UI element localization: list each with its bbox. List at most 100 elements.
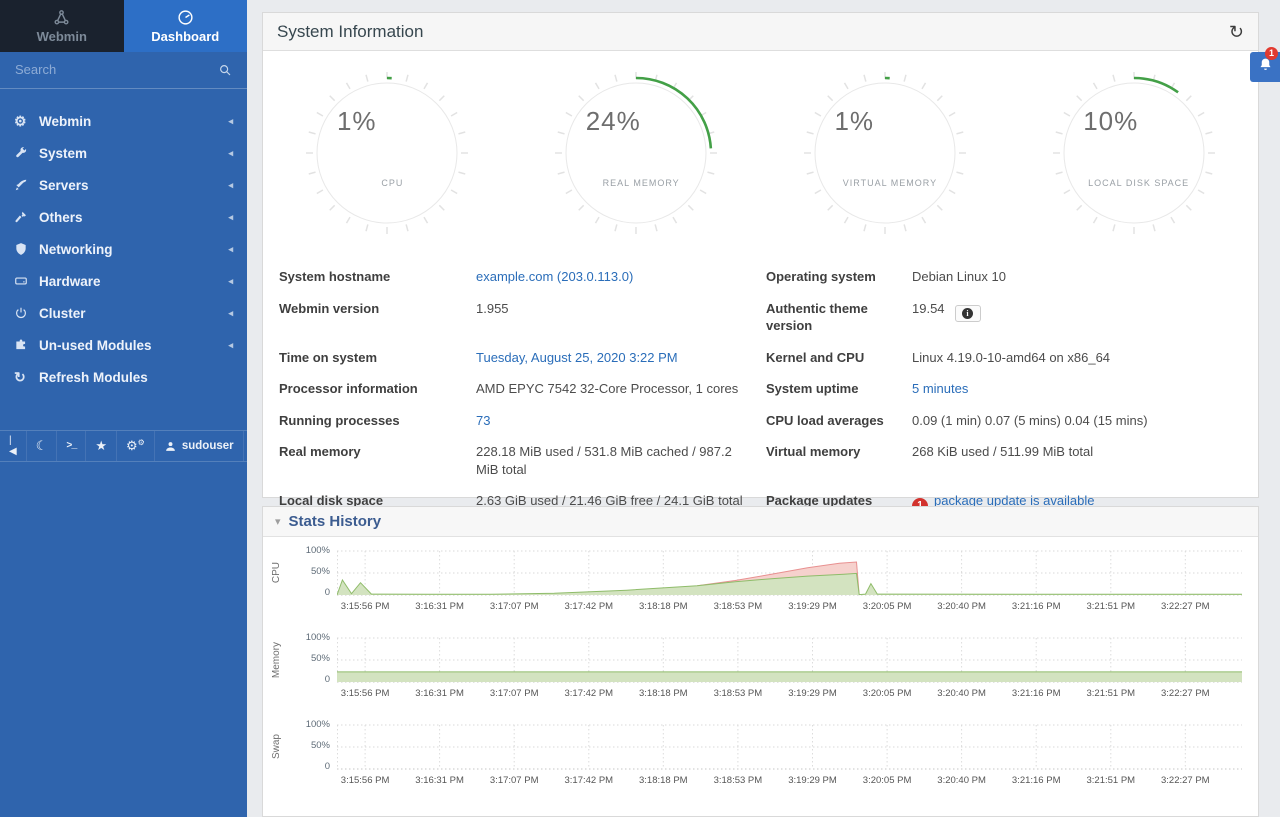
info-icon: i (962, 308, 973, 319)
gauge-dial (552, 69, 720, 237)
chart-x-tick-label: 3:17:07 PM (490, 601, 539, 612)
gauge-local-disk-space: 10% LOCAL DISK SPACE (1009, 69, 1258, 237)
theme-info-button[interactable]: i (955, 305, 981, 322)
info-value: 19.54i (912, 293, 1242, 342)
page-title: System Information (277, 22, 423, 42)
sidebar-item-cluster[interactable]: Cluster ◂ (0, 297, 247, 329)
stats-history-title: Stats History (289, 513, 382, 530)
shield-icon (14, 242, 39, 256)
app: Webmin Dashboard ⚙Webmin◂System◂Servers◂… (0, 0, 1280, 817)
sidebar-item-refresh-modules[interactable]: ↻Refresh Modules (0, 361, 247, 393)
chart-cpu: CPU 100%50%0 3:15:56 PM3:16:31 PM3:17:07… (263, 549, 1258, 636)
sidebar-item-label: Servers (39, 178, 89, 193)
chart-x-tick-label: 3:18:18 PM (639, 601, 688, 612)
favorites-button[interactable]: ★ (86, 431, 117, 461)
chart-x-tick-label: 3:18:53 PM (714, 601, 763, 612)
info-value-link[interactable]: 73 (476, 413, 490, 428)
chevron-left-icon: ◂ (228, 148, 233, 159)
chart-x-tick-label: 3:16:31 PM (415, 601, 464, 612)
main-content: System Information ↻ 1% CPU 24% REAL MEM… (247, 0, 1280, 817)
moon-icon: ☾ (36, 438, 48, 454)
chart-x-tick-label: 3:19:29 PM (788, 775, 837, 786)
chart-x-tick-label: 3:19:29 PM (788, 688, 837, 699)
info-value: 1.955 (476, 293, 766, 342)
chevron-left-icon: ◂ (228, 308, 233, 319)
info-label: System uptime (766, 373, 912, 405)
tab-dashboard[interactable]: Dashboard (124, 0, 248, 52)
refresh-icon: ↻ (14, 369, 39, 386)
sidebar-item-un-used-modules[interactable]: Un-used Modules◂ (0, 329, 247, 361)
tab-webmin-label: Webmin (37, 29, 87, 44)
info-value-link[interactable]: Tuesday, August 25, 2020 3:22 PM (476, 350, 678, 365)
info-value: Linux 4.19.0-10-amd64 on x86_64 (912, 342, 1242, 374)
gauge-label: LOCAL DISK SPACE (1088, 178, 1189, 188)
info-label: Time on system (279, 342, 476, 374)
chart-x-tick-label: 3:20:05 PM (863, 688, 912, 699)
sidebar-tabs: Webmin Dashboard (0, 0, 247, 52)
info-value: AMD EPYC 7542 32-Core Processor, 1 cores (476, 373, 766, 405)
chart-axis-title: Swap (271, 734, 282, 759)
chart-x-tick-label: 3:21:51 PM (1087, 688, 1136, 699)
power-icon (14, 306, 39, 320)
info-label: CPU load averages (766, 405, 912, 437)
terminal-button[interactable]: >_ (57, 431, 86, 461)
gauge-dial (303, 69, 471, 237)
sidebar-item-label: Cluster (39, 306, 86, 321)
info-label: Virtual memory (766, 436, 912, 485)
chart-x-tick-label: 3:17:07 PM (490, 775, 539, 786)
chart-x-tick-label: 3:22:27 PM (1161, 688, 1210, 699)
chart-ylabels: 100%50%0 (289, 636, 337, 684)
tab-webmin[interactable]: Webmin (0, 0, 124, 52)
chart-axis-title: CPU (271, 562, 282, 583)
username-label: sudouser (182, 440, 234, 452)
info-value: 73 (476, 405, 766, 437)
info-value: 5 minutes (912, 373, 1242, 405)
chart-x-tick-label: 3:18:18 PM (639, 688, 688, 699)
chart-x-tick-label: 3:18:53 PM (714, 688, 763, 699)
chart-plot-svg (337, 723, 1242, 771)
info-value: 268 KiB used / 511.99 MiB total (912, 436, 1242, 485)
terminal-icon: >_ (66, 441, 76, 452)
chart-xlabels: 3:15:56 PM3:16:31 PM3:17:07 PM3:17:42 PM… (337, 771, 1242, 789)
chart-x-tick-label: 3:21:16 PM (1012, 775, 1061, 786)
gauge-real-memory: 24% REAL MEMORY (512, 69, 761, 237)
info-value-link[interactable]: example.com (203.0.113.0) (476, 269, 633, 284)
sidebar-item-system[interactable]: System◂ (0, 137, 247, 169)
theme-settings-button[interactable]: ⚙⚙ (117, 431, 155, 461)
chart-xlabels: 3:15:56 PM3:16:31 PM3:17:07 PM3:17:42 PM… (337, 597, 1242, 615)
sidebar-footer: |◀ ☾ >_ ★⚙⚙ sudouser (0, 430, 247, 462)
notifications-bell[interactable]: 1 (1250, 52, 1280, 82)
chevron-left-icon: ◂ (228, 244, 233, 255)
collapse-sidebar-button[interactable]: |◀ (0, 431, 27, 461)
info-value: Tuesday, August 25, 2020 3:22 PM (476, 342, 766, 374)
system-information-panel: System Information ↻ 1% CPU 24% REAL MEM… (262, 12, 1259, 498)
info-label: Operating system (766, 261, 912, 293)
gauge-virtual-memory: 1% VIRTUAL MEMORY (761, 69, 1010, 237)
sidebar-item-others[interactable]: Others◂ (0, 201, 247, 233)
chart-plot (337, 636, 1242, 684)
sidebar-item-networking[interactable]: Networking◂ (0, 233, 247, 265)
chart-x-tick-label: 3:15:56 PM (341, 775, 390, 786)
sidebar-item-hardware[interactable]: Hardware◂ (0, 265, 247, 297)
gear-icon: ⚙ (14, 113, 39, 130)
chart-x-tick-label: 3:21:51 PM (1087, 775, 1136, 786)
search-icon[interactable] (218, 63, 232, 77)
night-mode-button[interactable]: ☾ (27, 431, 58, 461)
wrench-icon (14, 146, 39, 160)
stats-history-header[interactable]: ▾ Stats History (263, 507, 1258, 537)
info-value-link[interactable]: 5 minutes (912, 381, 968, 396)
sidebar-item-webmin[interactable]: ⚙Webmin◂ (0, 105, 247, 137)
stats-history-panel: ▾ Stats History CPU 100%50%0 3:15:56 PM3… (262, 506, 1259, 817)
sidebar-item-label: Un-used Modules (39, 338, 152, 353)
search-input[interactable] (15, 62, 200, 77)
user-button[interactable]: sudouser (155, 431, 244, 461)
sidebar-item-servers[interactable]: Servers◂ (0, 169, 247, 201)
sidebar: Webmin Dashboard ⚙Webmin◂System◂Servers◂… (0, 0, 247, 817)
info-label: Authentic theme version (766, 293, 912, 342)
sidebar-item-label: Webmin (39, 114, 91, 129)
refresh-icon[interactable]: ↻ (1229, 23, 1244, 41)
caret-down-icon: ▾ (275, 515, 281, 528)
chart-x-tick-label: 3:20:40 PM (937, 775, 986, 786)
info-value: Debian Linux 10 (912, 261, 1242, 293)
gauge-label: REAL MEMORY (603, 178, 680, 188)
